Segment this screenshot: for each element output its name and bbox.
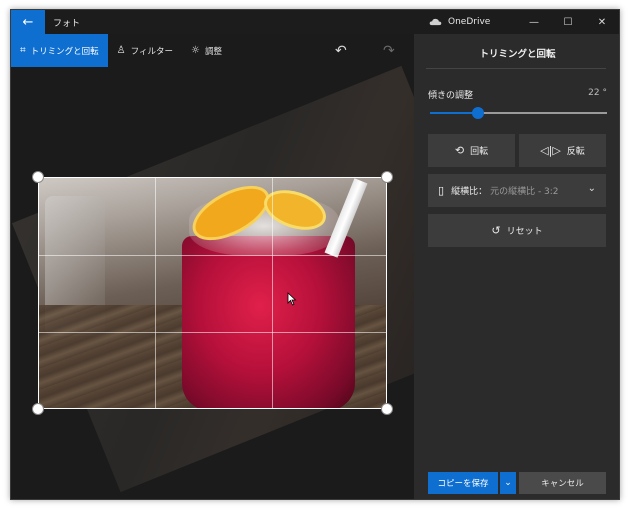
reset-icon: ↺ <box>491 224 501 237</box>
edit-canvas: ⌗ トリミングと回転 ♙ フィルター ☼ 調整 ↶ ↷ <box>11 34 414 499</box>
panel-divider <box>426 68 606 69</box>
app-title: フォト <box>53 18 81 29</box>
crop-handle-top-right[interactable] <box>381 171 393 183</box>
arrow-left-icon: ← <box>22 14 34 30</box>
undo-icon: ↶ <box>335 42 347 59</box>
photo-drink-glass <box>182 236 355 408</box>
edit-toolbar: ⌗ トリミングと回転 ♙ フィルター ☼ 調整 ↶ ↷ <box>11 34 414 67</box>
tab-adjust-label: 調整 <box>204 46 222 57</box>
crop-grid-line <box>39 255 386 256</box>
window-controls: — ☐ ✕ <box>517 10 619 34</box>
tab-adjust[interactable]: ☼ 調整 <box>182 34 231 67</box>
tilt-slider-fill <box>430 112 478 114</box>
tilt-label: 傾きの調整 <box>428 91 474 101</box>
rotate-button-label: 回転 <box>470 147 489 157</box>
minimize-button[interactable]: — <box>517 10 551 34</box>
crop-area[interactable] <box>38 177 387 409</box>
reset-button[interactable]: ↺ リセット <box>428 214 606 247</box>
photos-window: ← フォト OneDrive — ☐ ✕ ⌗ トリミングと回転 ♙ フィルター <box>10 9 620 500</box>
aspect-ratio-label: 縦横比： <box>451 187 488 197</box>
save-options-button[interactable]: ⌄ <box>500 472 516 494</box>
mouse-cursor-icon <box>287 292 297 306</box>
undo-button[interactable]: ↶ <box>335 34 347 67</box>
crop-grid-line <box>155 178 156 408</box>
flip-button-label: 反転 <box>566 147 585 157</box>
close-button[interactable]: ✕ <box>585 10 619 34</box>
onedrive-status[interactable]: OneDrive <box>429 10 490 34</box>
tab-filter-label: フィルター <box>130 46 173 57</box>
save-copy-button[interactable]: コピーを保存 <box>428 472 498 494</box>
back-button[interactable]: ← <box>11 10 45 34</box>
aspect-ratio-dropdown[interactable]: ▯ 縦横比： 元の縦横比 - 3:2 ⌄ <box>428 174 606 207</box>
crop-grid-line <box>272 178 273 408</box>
crop-handle-bottom-right[interactable] <box>381 403 393 415</box>
flip-icon: ◁|▷ <box>540 144 561 157</box>
aspect-ratio-icon: ▯ <box>438 184 445 197</box>
chevron-down-icon: ⌄ <box>587 183 596 194</box>
flip-button[interactable]: ◁|▷ 反転 <box>519 134 606 167</box>
sun-icon: ☼ <box>190 45 200 56</box>
tab-crop-rotate-label: トリミングと回転 <box>30 46 99 57</box>
rotate-button[interactable]: ⟲ 回転 <box>428 134 515 167</box>
tab-crop-rotate[interactable]: ⌗ トリミングと回転 <box>11 34 108 67</box>
title-bar: ← フォト OneDrive — ☐ ✕ <box>11 10 619 34</box>
tab-filter[interactable]: ♙ フィルター <box>108 34 182 67</box>
cloud-icon <box>429 18 442 26</box>
maximize-button[interactable]: ☐ <box>551 10 585 34</box>
redo-icon: ↷ <box>383 42 395 59</box>
panel-title: トリミングと回転 <box>479 49 556 60</box>
crop-grid-line <box>39 332 386 333</box>
crop-rotate-panel: トリミングと回転 傾きの調整 22 ° ⟲ 回転 ◁|▷ 反転 ▯ 縦横比： 元… <box>414 34 619 499</box>
crop-icon: ⌗ <box>20 45 26 56</box>
tilt-slider-thumb[interactable] <box>471 107 484 119</box>
onedrive-label: OneDrive <box>448 17 491 27</box>
filter-icon: ♙ <box>116 45 126 56</box>
rotate-icon: ⟲ <box>454 144 465 157</box>
crop-handle-bottom-left[interactable] <box>32 403 44 415</box>
aspect-ratio-value: 元の縦横比 - 3:2 <box>490 187 559 197</box>
reset-button-label: リセット <box>506 227 543 237</box>
chevron-down-icon: ⌄ <box>504 478 512 488</box>
crop-handle-top-left[interactable] <box>32 171 44 183</box>
tilt-value: 22 ° <box>588 88 607 98</box>
redo-button[interactable]: ↷ <box>383 34 395 67</box>
cancel-button[interactable]: キャンセル <box>519 472 606 494</box>
